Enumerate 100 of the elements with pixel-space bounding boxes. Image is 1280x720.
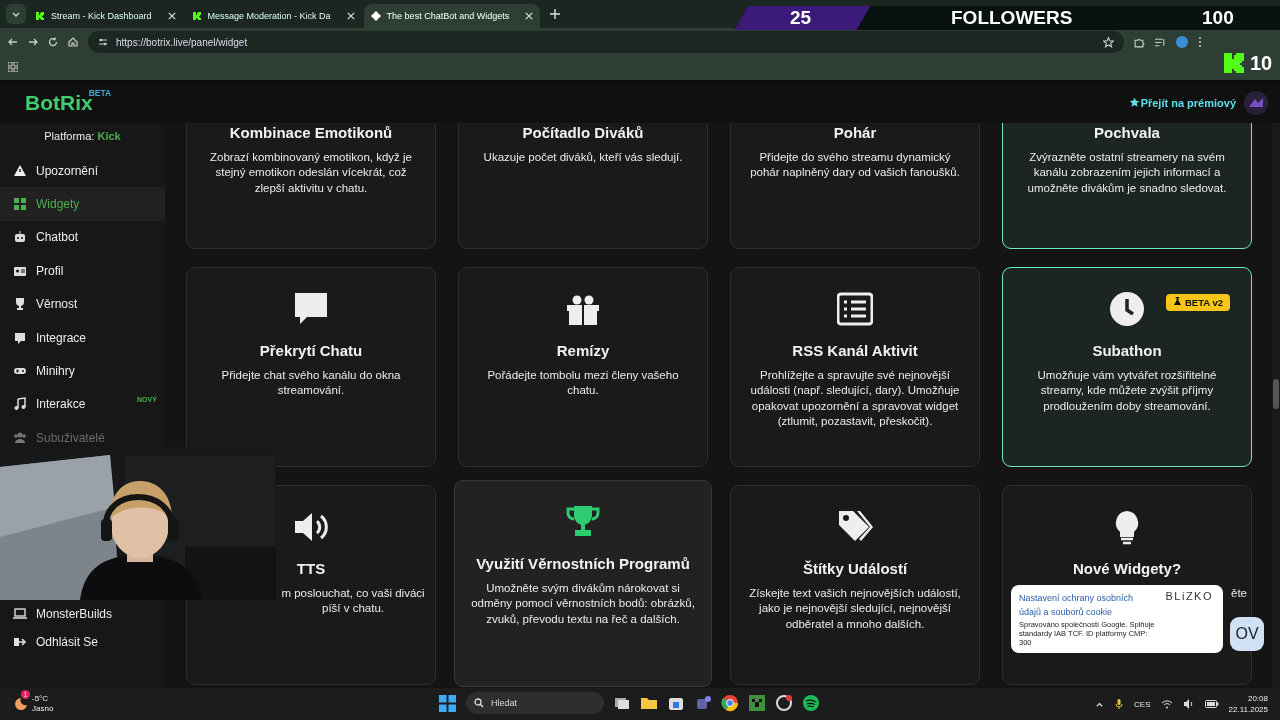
card-title: Kombinace Emotikonů [229, 124, 393, 141]
language-indicator[interactable]: CES [1134, 699, 1151, 709]
list-icon [837, 291, 873, 327]
card-title: Pohár [833, 124, 877, 141]
sidebar-item[interactable]: Integrace [0, 320, 165, 355]
card-title: Subathon [1092, 342, 1162, 359]
k-logo-icon [1224, 53, 1244, 73]
laptop-icon [13, 606, 27, 621]
cookie-title[interactable]: Nastavení ochrany osobních údajů a souborů cookie [1019, 591, 1147, 619]
back-icon[interactable] [8, 37, 18, 47]
grid-icon [13, 197, 27, 212]
address-bar[interactable]: https://botrix.live/panel/widget [88, 31, 1124, 53]
widget-card[interactable]: RSS Kanál Aktivit Prohlížejte a spravujte své nejnovější události (např. sledující, dary). Umožňuje opakovat upozornění a spravovat widget (ztlumit, pozastavit, přeskočit). [730, 267, 980, 467]
puzzle-icon[interactable] [1134, 36, 1145, 48]
weather-label: Jasno [32, 704, 54, 714]
scrollbar[interactable] [1272, 123, 1280, 688]
profile-avatar-icon[interactable] [1176, 36, 1188, 48]
widget-card[interactable]: Využití Věrnostních Programů Umožněte svým divákům nárokovat si odměny pomocí věrnostních bodů: obrázků, zvuků, převodu textu na řeč a dalších. [454, 480, 712, 687]
media-icon[interactable] [1155, 36, 1166, 48]
warning-icon [13, 163, 27, 178]
star-icon [1128, 97, 1140, 108]
music-note-icon [13, 397, 27, 412]
goal-label: FOLLOWERS [951, 6, 1073, 30]
card-title: Remízy [556, 342, 610, 359]
music-app-icon[interactable] [802, 694, 820, 712]
widget-card[interactable]: Pohár Přidejte do svého streamu dynamický pohár naplněný dary od vašich fanoušků. [730, 123, 980, 249]
sidebar-item[interactable]: MonsterBuilds [0, 601, 165, 626]
sidebar-item[interactable]: Widgety [0, 187, 165, 221]
plus-icon[interactable] [550, 9, 561, 19]
premium-link[interactable]: Přejít na prémiový [1128, 96, 1236, 109]
search-icon [474, 698, 484, 708]
sidebar-item[interactable]: Profil [0, 254, 165, 288]
avatar-icon[interactable] [1244, 90, 1268, 115]
sidebar-item[interactable]: Odhlásit Se [0, 625, 165, 659]
site-settings-icon [98, 37, 108, 47]
star-icon[interactable] [1103, 36, 1114, 48]
kick-counter: 10 [1224, 50, 1273, 76]
app-icon[interactable] [775, 694, 793, 712]
reload-icon[interactable] [48, 37, 58, 47]
beta-label: BETA [88, 87, 112, 98]
sidebar-item[interactable]: Věrnost [0, 287, 165, 321]
widget-card[interactable]: Kombinace Emotikonů Zobrazí kombinovaný emotikon, když je stejný emotikon odeslán vícekrát, což zlepší aktivitu v chatu. [186, 123, 436, 249]
card-title: Využití Věrnostních Programů [476, 555, 690, 572]
chat-bubble-icon [13, 330, 27, 345]
close-icon[interactable] [167, 12, 176, 20]
browser-icon[interactable] [721, 694, 739, 712]
card-description: Získejte text vašich nejnovějších událostí, jako je nejnovější sledující, nejnovější odběratel a mnoho dalších. [748, 586, 962, 632]
card-title: Počítadlo Diváků [522, 124, 644, 141]
goal-target: 100 [1202, 6, 1234, 30]
sidebar-item[interactable]: Upozornění [0, 154, 165, 188]
weather-icon [14, 697, 28, 711]
k-logo-icon [191, 11, 202, 21]
trophy-icon [13, 297, 27, 312]
home-icon[interactable] [68, 37, 78, 47]
browser-tab[interactable]: The best ChatBot and Widgets [363, 4, 541, 28]
clock-date[interactable]: 22.11.2025 [1228, 704, 1268, 715]
close-icon[interactable] [346, 12, 355, 20]
wifi-icon[interactable] [1160, 699, 1173, 709]
windows-start-icon[interactable] [438, 693, 457, 713]
card-title: Pochvala [1094, 124, 1160, 141]
forward-icon[interactable] [28, 37, 38, 47]
creeper-icon[interactable] [748, 694, 766, 712]
widget-card[interactable]: Překrytí Chatu Přidejte chat svého kanálu do okna streamování. [186, 267, 436, 467]
widget-card[interactable]: Pochvala Zvýrazněte ostatní streamery na svém kanálu zobrazením jejich informací a umožněte divákům je snadno sledovat. [1002, 123, 1252, 249]
card-description: Přidejte chat svého kanálu do okna streamování. [220, 368, 402, 399]
card-description: ěte [1231, 586, 1247, 601]
beta-badge: BETA v2 [1166, 294, 1230, 311]
card-description: Pořádejte tombolu mezi členy vašeho chatu. [486, 368, 680, 399]
temperature: -5°C [32, 694, 50, 704]
robot-icon [13, 230, 27, 245]
card-description: m poslouchat, co vaši diváci píší v chatu. [280, 586, 426, 617]
menu-icon[interactable] [1198, 36, 1202, 48]
search-field[interactable]: Hledat [466, 692, 604, 714]
apps-icon[interactable] [8, 62, 18, 72]
browser-tab[interactable]: Stream - Kick Dashboard [28, 4, 183, 28]
microphone-icon[interactable] [1114, 699, 1125, 709]
clock-time[interactable]: 20:08 [1228, 693, 1268, 704]
ov-toast[interactable]: OV [1230, 617, 1264, 651]
widget-card[interactable]: Remízy Pořádejte tombolu mezi členy vašeho chatu. [458, 267, 708, 467]
caret-icon [11, 9, 21, 19]
card-title: Nové Widgety? [1072, 560, 1182, 577]
battery-icon[interactable] [1204, 700, 1219, 708]
widget-card[interactable]: Štítky Událostí Získejte text vašich nejnovějších událostí, jako je nejnovější sledující, nejnovější odběratel a mnoho dalších. [730, 485, 980, 685]
card-description: Umožňuje vám vytvářet rozšiřitelné streamy, kde můžete zvýšit příjmy prodloužením doby streamování. [1036, 368, 1218, 414]
sidebar-item[interactable]: Chatbot [0, 220, 165, 255]
k-logo-icon [35, 11, 45, 21]
card-description: Ukazuje počet diváků, kteří vás sledují. [483, 150, 683, 165]
sidebar-item[interactable]: Minihry [0, 354, 165, 388]
card-description: Prohlížejte a spravujte své nejnovější události (např. sledující, dary). Umožňuje opakovat upozornění a spravovat widget (ztlumit, pozastavit, přeskočit). [749, 368, 961, 430]
card-description: Přidejte do svého streamu dynamický pohár naplněný dary od vašich fanoušků. [749, 150, 961, 181]
close-icon[interactable] [525, 12, 534, 20]
tab-list-button[interactable] [6, 4, 26, 24]
card-title: Štítky Událostí [802, 560, 908, 577]
browser-tab[interactable]: Message Moderation - Kick Da [184, 4, 362, 28]
card-title: RSS Kanál Aktivit [792, 342, 918, 359]
flask-icon [1173, 297, 1182, 306]
widget-card[interactable]: Počítadlo Diváků Ukazuje počet diváků, kteří vás sledují. [458, 123, 708, 249]
platform-label: Platforma: Kick [43, 129, 122, 144]
volume-icon[interactable] [1182, 699, 1195, 709]
teams-icon[interactable] [694, 694, 712, 712]
